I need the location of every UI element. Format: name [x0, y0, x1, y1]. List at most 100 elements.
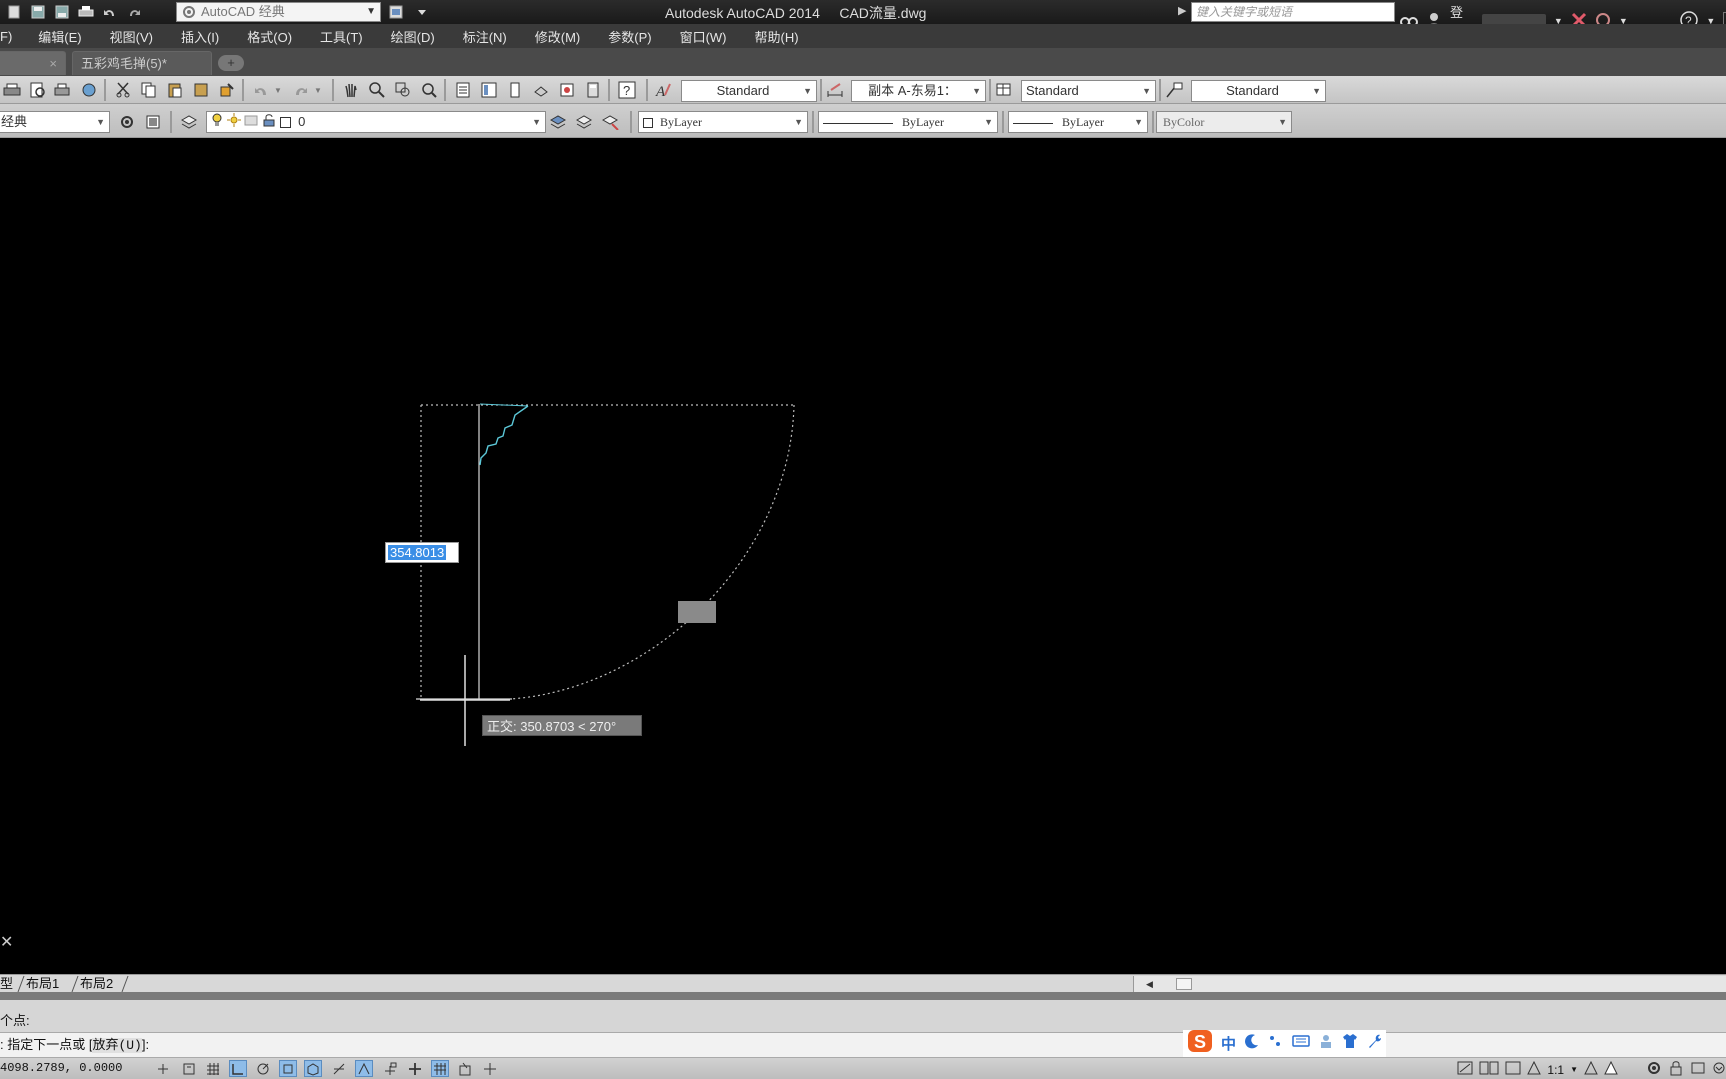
redo-icon[interactable] — [290, 79, 312, 101]
color-combo[interactable]: ByLayer ▼ — [638, 111, 808, 133]
quick-properties-icon[interactable] — [456, 1060, 474, 1077]
polar-tracking-icon[interactable] — [254, 1060, 272, 1077]
grid-display-icon[interactable] — [204, 1060, 222, 1077]
new-icon[interactable] — [4, 3, 24, 21]
menu-help[interactable]: 帮助(H) — [755, 27, 799, 46]
menu-draw[interactable]: 绘图(D) — [391, 27, 435, 46]
layer-state-icon[interactable] — [600, 111, 622, 133]
expand-arrow-icon[interactable]: ▶ — [1178, 4, 1186, 17]
menu-window[interactable]: 窗口(W) — [680, 27, 727, 46]
drawing-area[interactable] — [0, 138, 1726, 974]
markup-icon[interactable] — [556, 79, 578, 101]
object-snap-tracking-icon[interactable] — [330, 1060, 348, 1077]
multileader-style-combo[interactable]: Standard ▼ — [1191, 80, 1326, 102]
lineweight-combo[interactable]: ByLayer ▼ — [1008, 111, 1148, 133]
annotation-visibility-icon[interactable] — [1584, 1060, 1598, 1078]
table-style-combo[interactable]: Standard ▼ — [1021, 80, 1156, 102]
close-icon[interactable]: × — [49, 52, 57, 76]
transparency-icon[interactable] — [431, 1060, 449, 1077]
properties-icon[interactable] — [452, 79, 474, 101]
linetype-combo[interactable]: ByLayer ▼ — [818, 111, 998, 133]
sogou-logo-icon[interactable]: S — [1187, 1029, 1213, 1058]
clean-screen-icon[interactable] — [142, 111, 164, 133]
lineweight-icon[interactable] — [406, 1060, 424, 1077]
quick-view-layouts-icon[interactable] — [1479, 1061, 1499, 1078]
unlock-icon[interactable] — [262, 113, 276, 133]
multileader-style-icon[interactable] — [1163, 79, 1185, 101]
new-tab-button[interactable]: + — [218, 55, 244, 71]
menu-parametric[interactable]: 参数(P) — [608, 27, 651, 46]
customize-dropdown-icon[interactable] — [412, 3, 432, 21]
redo-icon[interactable] — [124, 3, 144, 21]
save-as-icon[interactable] — [52, 3, 72, 21]
search-input[interactable]: 键入关键字或短语 — [1191, 2, 1395, 22]
dynamic-ucs-icon[interactable] — [355, 1060, 373, 1077]
dynamic-input-secondary-box[interactable] — [678, 601, 716, 623]
copy-icon[interactable] — [138, 79, 160, 101]
layer-icon[interactable] — [386, 3, 406, 21]
3d-print-icon[interactable] — [78, 79, 100, 101]
selection-cycling-icon[interactable] — [481, 1060, 499, 1077]
model-space-icon[interactable] — [1457, 1061, 1473, 1078]
design-center-icon[interactable] — [478, 79, 500, 101]
menu-dimension[interactable]: 标注(N) — [463, 27, 507, 46]
sheet-set-icon[interactable] — [530, 79, 552, 101]
command-window-divider[interactable] — [0, 992, 1726, 1000]
chevron-down-icon[interactable]: ▼ — [272, 79, 284, 101]
workspace-switching-icon[interactable] — [1646, 1060, 1662, 1079]
annotation-scale-icon[interactable] — [1527, 1060, 1542, 1078]
lightbulb-icon[interactable] — [211, 113, 223, 133]
layer-combo[interactable]: 0 ▼ — [206, 111, 546, 133]
infer-constraints-icon[interactable] — [154, 1060, 172, 1077]
quick-view-drawings-icon[interactable] — [1505, 1061, 1521, 1078]
menu-insert[interactable]: 插入(I) — [181, 27, 219, 46]
block-editor-icon[interactable] — [216, 79, 238, 101]
pan-icon[interactable] — [340, 79, 362, 101]
text-style-combo[interactable]: Standard ▼ — [681, 80, 817, 102]
workspace-combo[interactable]: AutoCAD 经典 ▼ — [176, 2, 381, 22]
chevron-down-icon[interactable]: ▼ — [1570, 1065, 1578, 1074]
status-menu-icon[interactable] — [1712, 1061, 1726, 1078]
snap-mode-icon[interactable] — [180, 1060, 198, 1077]
match-properties-icon[interactable] — [190, 79, 212, 101]
3d-object-snap-icon[interactable] — [304, 1060, 322, 1077]
plot-preview-icon[interactable] — [27, 79, 49, 101]
menu-tools[interactable]: 工具(T) — [320, 27, 363, 46]
zoom-realtime-icon[interactable] — [366, 79, 388, 101]
workspace-combo-secondary[interactable]: 经典 ▼ — [0, 111, 110, 133]
zoom-previous-icon[interactable] — [418, 79, 440, 101]
viewport-freeze-icon[interactable] — [244, 113, 258, 133]
ime-mode-chinese[interactable]: 中 — [1221, 1033, 1236, 1054]
menu-modify[interactable]: 修改(M) — [535, 27, 581, 46]
scroll-left-icon[interactable]: ◀ — [1146, 976, 1153, 992]
layer-properties-icon[interactable] — [178, 111, 200, 133]
toolbar-lock-icon[interactable] — [1668, 1060, 1684, 1079]
menu-view[interactable]: 视图(V) — [110, 27, 153, 46]
paste-icon[interactable] — [164, 79, 186, 101]
file-tab[interactable]: 五彩鸡毛掸(5)* — [72, 51, 212, 75]
text-style-icon[interactable]: A — [652, 79, 674, 101]
skin-shirt-icon[interactable] — [1342, 1033, 1358, 1054]
workspace-settings-icon[interactable] — [116, 111, 138, 133]
scrollbar-thumb[interactable] — [1176, 978, 1192, 990]
dimension-style-combo[interactable]: 副本 A-东易1： ▼ — [851, 80, 986, 102]
keyboard-icon[interactable] — [1292, 1033, 1310, 1054]
dynamic-input-icon[interactable] — [381, 1060, 399, 1077]
sun-icon[interactable] — [226, 112, 241, 133]
auto-scale-icon[interactable] — [1604, 1060, 1618, 1078]
chevron-down-icon[interactable]: ▼ — [312, 79, 324, 101]
horizontal-scrollbar[interactable]: ◀ — [1133, 976, 1726, 992]
ortho-mode-icon[interactable] — [229, 1060, 247, 1077]
menu-edit[interactable]: 编辑(E) — [38, 27, 81, 46]
menu-file[interactable]: F) — [0, 29, 12, 44]
user-center-icon[interactable] — [1318, 1033, 1334, 1054]
calculator-icon[interactable] — [582, 79, 604, 101]
plotstyle-combo[interactable]: ByColor ▼ — [1156, 111, 1292, 133]
zoom-window-icon[interactable] — [392, 79, 414, 101]
dimension-style-icon[interactable] — [824, 79, 846, 101]
save-icon[interactable] — [28, 3, 48, 21]
layer-previous-icon[interactable] — [574, 111, 596, 133]
command-line[interactable]: : 指定下一点或 [放弃(U)]: — [0, 1032, 1726, 1058]
table-style-icon[interactable] — [993, 79, 1015, 101]
undo-icon[interactable] — [100, 3, 120, 21]
